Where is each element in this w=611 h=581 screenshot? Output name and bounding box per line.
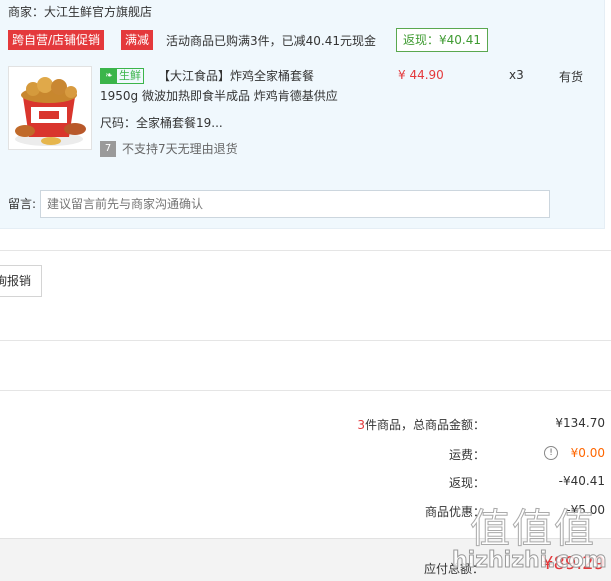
fried-chicken-bucket-image [9,67,91,149]
total-label: 件商品，总商品金额： [364,418,485,432]
report-button[interactable]: 询报销 [0,265,42,297]
fresh-food-tag: ❧ 生鲜 [100,68,144,84]
product-price: ¥ 44.90 [398,68,444,82]
rebate-label: 返现： [448,476,485,490]
remark-label: 留言: [8,197,37,211]
no-7day-return-icon: 7 [100,140,116,157]
shipping-value: ¥0.00 [570,446,605,460]
watermark-text: hizhizhi.com [452,548,608,574]
watermark-logo: 值值值 [470,506,596,553]
self-store-promo-tag: 跨自营/店铺促销 [8,30,105,50]
product-title-line1[interactable]: 【大江食品】炸鸡全家桶套餐 [158,67,314,84]
product-image[interactable] [8,66,92,150]
leaf-icon: ❧ [101,69,117,83]
fresh-food-tag-label: 生鲜 [119,69,141,82]
shop-name[interactable]: 商家：大江生鲜官方旗舰店 [8,3,152,20]
remark-input[interactable] [40,190,550,218]
no-return-notice: 7 不支持7天无理由退货 [100,140,238,157]
total-value: ¥134.70 [555,416,605,430]
divider [0,250,611,251]
rebate-badge: 返现：¥40.41 [396,28,488,52]
product-quantity: x3 [509,68,524,82]
no-return-text: 不支持7天无理由退货 [122,142,238,156]
promo-text: 活动商品已购满3件，已减40.41元现金 [166,34,376,48]
info-icon[interactable]: ! [544,446,558,460]
item-count: 3 [357,418,365,432]
total-label-row: 3件商品，总商品金额： [357,416,485,433]
full-reduction-tag: 满减 [121,30,154,50]
order-panel: 商家：大江生鲜官方旗舰店 跨自营/店铺促销 满减 活动商品已购满3件，已减40.… [0,0,605,229]
divider [0,390,611,391]
product-sku: 尺码：全家桶套餐19... [100,116,223,130]
product-title-line2[interactable]: 1950g 微波加热即食半成品 炸鸡肯德基供应 [100,87,338,104]
divider [0,340,611,341]
rebate-value: -¥40.41 [558,474,605,488]
shipping-label: 运费： [448,448,485,462]
stock-status: 有货 [559,70,584,84]
